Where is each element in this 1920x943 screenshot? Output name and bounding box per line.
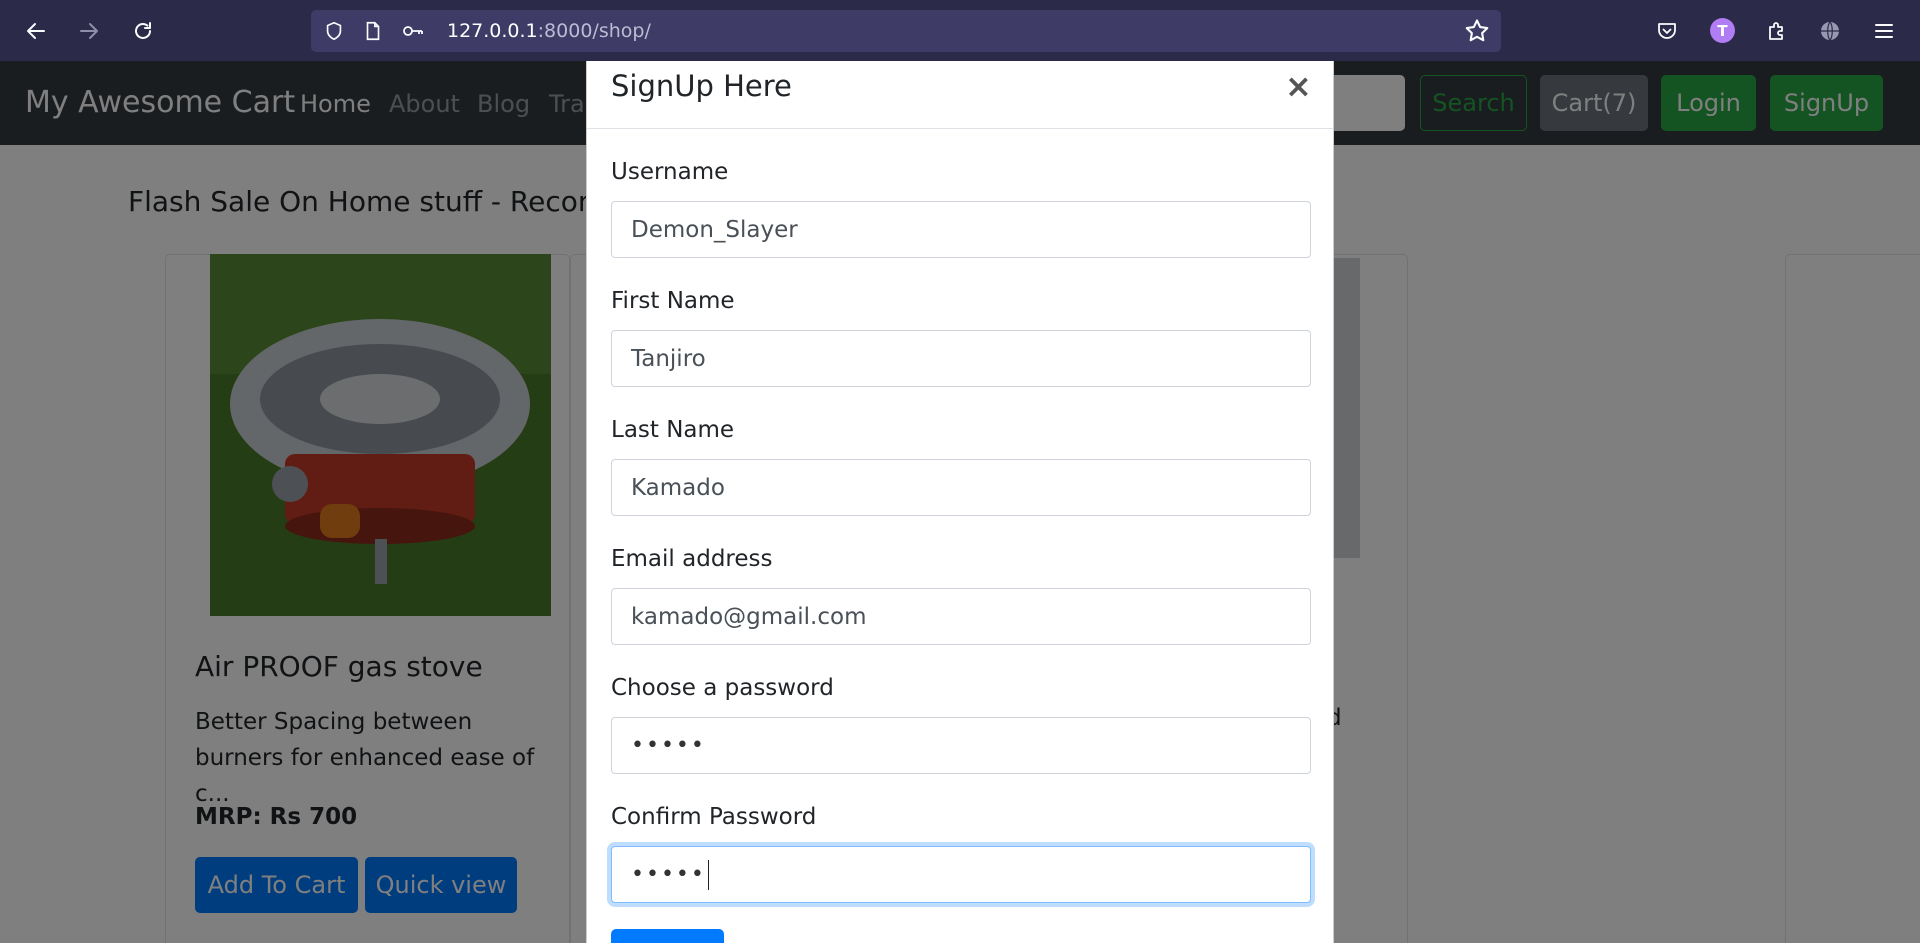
first-name-input[interactable]: Tanjiro	[611, 330, 1311, 387]
email-input[interactable]: kamado@gmail.com	[611, 588, 1311, 645]
password-input[interactable]: •••••	[611, 717, 1311, 774]
first-name-label: First Name	[611, 288, 735, 314]
profile-avatar[interactable]: T	[1710, 18, 1735, 43]
menu-icon[interactable]	[1870, 17, 1898, 45]
confirm-password-input[interactable]: •••••	[611, 846, 1311, 903]
username-label: Username	[611, 159, 729, 185]
browser-toolbar: 127.0.0.1:8000/shop/ T	[0, 0, 1920, 61]
url-path: :8000/shop/	[537, 20, 651, 42]
url-bar[interactable]: 127.0.0.1:8000/shop/	[311, 10, 1501, 52]
submit-button[interactable]	[611, 929, 724, 943]
password-label: Choose a password	[611, 675, 834, 701]
forward-arrow-icon[interactable]	[72, 14, 106, 48]
star-icon[interactable]	[1463, 17, 1491, 45]
first-name-value: Tanjiro	[631, 345, 706, 372]
modal-header: SignUp Here ×	[587, 61, 1333, 129]
shield-icon[interactable]	[322, 19, 346, 43]
email-value: kamado@gmail.com	[631, 603, 867, 630]
confirm-password-label: Confirm Password	[611, 804, 817, 830]
last-name-value: Kamado	[631, 474, 725, 501]
last-name-label: Last Name	[611, 417, 735, 443]
url-text: 127.0.0.1:8000/shop/	[447, 20, 651, 42]
url-host: 127.0.0.1	[447, 20, 538, 42]
email-label: Email address	[611, 546, 773, 572]
close-icon[interactable]: ×	[1285, 67, 1312, 105]
page-icon[interactable]	[361, 19, 385, 43]
extensions-icon[interactable]	[1763, 17, 1791, 45]
password-value: •••••	[631, 733, 706, 758]
text-caret	[707, 859, 709, 890]
confirm-password-value: •••••	[631, 862, 706, 887]
pocket-icon[interactable]	[1653, 17, 1681, 45]
username-input[interactable]: Demon_Slayer	[611, 201, 1311, 258]
username-value: Demon_Slayer	[631, 216, 798, 243]
reload-icon[interactable]	[126, 14, 160, 48]
globe-icon[interactable]	[1816, 17, 1844, 45]
key-icon[interactable]	[401, 19, 425, 43]
back-arrow-icon[interactable]	[19, 14, 53, 48]
last-name-input[interactable]: Kamado	[611, 459, 1311, 516]
modal-title: SignUp Here	[611, 69, 792, 103]
signup-modal: SignUp Here × Username Demon_Slayer Firs…	[586, 61, 1334, 943]
